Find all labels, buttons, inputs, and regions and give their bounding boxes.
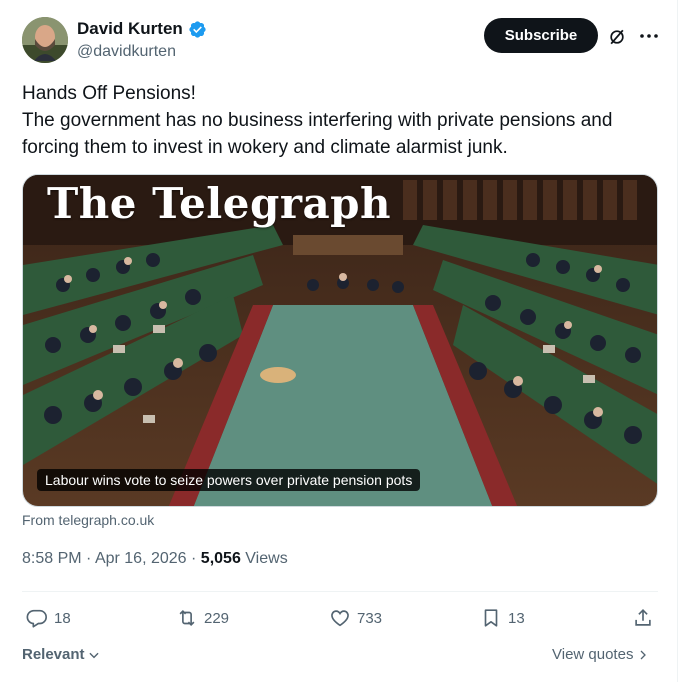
bookmark-count: 13: [508, 609, 525, 627]
chevron-right-icon: [640, 650, 647, 659]
tweet-line: Hands Off Pensions!: [22, 83, 196, 104]
grok-icon[interactable]: [607, 27, 627, 47]
card-source[interactable]: From telegraph.co.uk: [22, 512, 154, 528]
avatar[interactable]: [22, 17, 68, 63]
meta-separator: ·: [86, 550, 95, 567]
reply-button[interactable]: 18: [26, 607, 71, 629]
tweet-meta: 8:58 PM · Apr 16, 2026 · 5,056 Views: [22, 550, 288, 568]
tweet-line: The government has no business interferi…: [22, 110, 613, 131]
reply-icon: [26, 609, 47, 628]
repost-button[interactable]: 229: [176, 607, 229, 629]
bookmark-icon: [484, 609, 498, 627]
verified-badge-icon: [189, 20, 206, 38]
author-name[interactable]: David Kurten: [77, 19, 207, 39]
author-handle[interactable]: @davidkurten: [77, 43, 176, 61]
tweet-line: forcing them to invest in wokery and cli…: [22, 137, 508, 158]
share-button[interactable]: [632, 607, 654, 629]
like-count: 733: [357, 609, 383, 627]
view-quotes-link[interactable]: View quotes: [552, 646, 649, 663]
tweet-container: David Kurten @davidkurten Subscribe Hand…: [0, 0, 678, 682]
divider: [22, 591, 658, 592]
subscribe-button[interactable]: Subscribe: [484, 18, 598, 53]
like-button[interactable]: 733: [329, 607, 382, 629]
sort-dropdown[interactable]: Relevant: [22, 646, 101, 663]
repost-icon: [179, 609, 195, 627]
tweet-time[interactable]: 8:58 PM: [22, 550, 82, 567]
meta-separator: ·: [191, 550, 201, 567]
card-masthead: The Telegraph: [47, 179, 392, 228]
views-count: 5,056: [200, 550, 241, 567]
card-caption[interactable]: Labour wins vote to seize powers over pr…: [37, 469, 421, 491]
view-quotes-label: View quotes: [552, 646, 634, 663]
bookmark-button[interactable]: 13: [480, 607, 525, 629]
link-card[interactable]: The Telegraph Labour wins vote to seize …: [22, 174, 658, 507]
chevron-down-icon: [88, 652, 99, 658]
sort-label: Relevant: [22, 646, 85, 663]
share-icon: [635, 609, 651, 626]
more-icon[interactable]: [637, 24, 661, 48]
tweet-text: Hands Off Pensions! The government has n…: [22, 80, 652, 161]
views-label: Views: [245, 550, 288, 567]
author-name-text[interactable]: David Kurten: [77, 19, 183, 39]
heart-icon: [331, 610, 349, 627]
tweet-date[interactable]: Apr 16, 2026: [95, 550, 187, 567]
repost-count: 229: [204, 609, 230, 627]
reply-count: 18: [54, 609, 71, 627]
